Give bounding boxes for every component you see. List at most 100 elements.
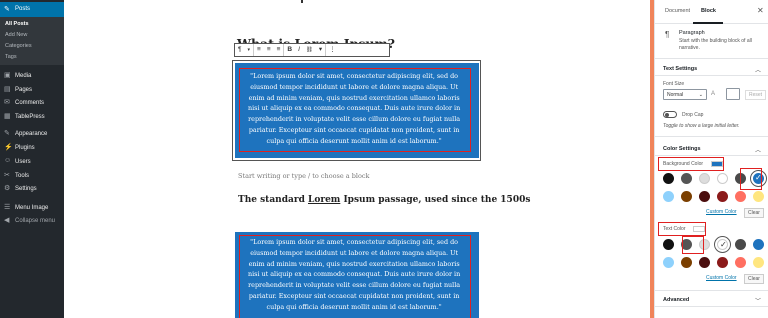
- menu-item-settings[interactable]: ⚙ Settings: [0, 183, 64, 195]
- text-custom-color-link[interactable]: Custom Color: [706, 275, 737, 281]
- align-right-icon[interactable]: ≡: [274, 44, 284, 56]
- submenu-categories[interactable]: Categories: [5, 43, 32, 49]
- cursor-mark: [301, 0, 303, 3]
- color-settings-header[interactable]: Color Settings ︿: [655, 142, 768, 156]
- heading2-text: The standard: [238, 195, 308, 205]
- more-formats-icon[interactable]: ▾: [316, 44, 325, 56]
- menu-item-label: Plugins: [15, 145, 35, 151]
- color-settings-title: Color Settings: [663, 146, 701, 152]
- paragraph-text-1[interactable]: "Lorem ipsum dolor sit amet, consectetur…: [248, 71, 460, 147]
- menu-item-appearance[interactable]: ✎ Appearance: [0, 128, 64, 140]
- appearance-icon: ✎: [4, 130, 10, 137]
- paragraph-icon[interactable]: ¶: [235, 44, 245, 56]
- bold-button[interactable]: B: [284, 44, 295, 56]
- menu-item-comments[interactable]: ✉ Comments: [0, 97, 64, 109]
- menu-item-label: Pages: [15, 87, 33, 93]
- bg-clear-button[interactable]: Clear: [744, 208, 764, 218]
- text-clear-button[interactable]: Clear: [744, 274, 764, 284]
- font-size-label: Font Size: [663, 81, 685, 87]
- paragraph-line: enim ad minim veniam, quis nostrud exerc…: [248, 259, 460, 268]
- custom-font-size-input[interactable]: [726, 88, 740, 100]
- paragraph-line: "Lorem ipsum dolor sit amet, consectetur…: [250, 238, 459, 246]
- menu-item-label: Media: [15, 73, 32, 79]
- paragraph-text-2[interactable]: "Lorem ipsum dolor sit amet, consectetur…: [248, 237, 460, 313]
- menu-item-collapse-menu[interactable]: ◀ Collapse menu: [0, 215, 64, 227]
- color-swatch[interactable]: [699, 173, 710, 184]
- paragraph-line: enim ad minim veniam, quis nostrud exerc…: [248, 93, 460, 102]
- paragraph-line: reprehenderit in voluptate velit esse ci…: [248, 281, 461, 290]
- color-swatch[interactable]: [663, 257, 674, 268]
- collapse-icon: ◀: [4, 217, 10, 224]
- chevron-down-icon[interactable]: ▾: [245, 44, 254, 56]
- menu-item-posts-label: Posts: [15, 6, 31, 12]
- menu-item-posts[interactable]: ✎ Posts: [0, 2, 64, 17]
- color-swatch[interactable]: [681, 257, 692, 268]
- chevron-down-icon: ⌄: [698, 92, 703, 98]
- color-swatch[interactable]: [681, 173, 692, 184]
- color-swatch[interactable]: [717, 257, 728, 268]
- font-size-value: Normal: [667, 92, 684, 98]
- font-size-select[interactable]: Normal ⌄: [663, 89, 707, 100]
- menu-item-users[interactable]: ☺ Users: [0, 156, 64, 168]
- paragraph-block-1[interactable]: "Lorem ipsum dolor sit amet, consectetur…: [235, 63, 479, 158]
- more-options-icon[interactable]: ⋮: [326, 44, 339, 56]
- tab-document[interactable]: Document: [665, 8, 690, 14]
- submenu-tags[interactable]: Tags: [5, 54, 17, 60]
- color-swatch[interactable]: [663, 239, 674, 250]
- menu-item-plugins[interactable]: ⚡ Plugins: [0, 142, 64, 154]
- submenu-add-new[interactable]: Add New: [5, 32, 27, 38]
- block-toolbar: ¶ ▾ ≡ ≡ ≡ B I ⛓ ▾ ⋮: [234, 43, 390, 57]
- color-swatch[interactable]: [735, 239, 746, 250]
- color-swatch[interactable]: ✓: [717, 239, 728, 250]
- chevron-up-icon: ︿: [754, 148, 761, 154]
- color-swatch[interactable]: [753, 257, 764, 268]
- color-swatch[interactable]: [681, 191, 692, 202]
- color-swatch[interactable]: [753, 239, 764, 250]
- sidebar-tabs: Document Block ✕: [655, 0, 768, 24]
- heading2-underlined-word: Lorem: [308, 195, 341, 205]
- align-left-icon[interactable]: ≡: [254, 44, 264, 56]
- submenu-all-posts[interactable]: All Posts: [5, 21, 29, 27]
- block-placeholder[interactable]: Start writing or type / to choose a bloc…: [238, 172, 369, 180]
- color-swatch[interactable]: [753, 191, 764, 202]
- paragraph-line: eiusmod tempor incididunt ut labore et d…: [250, 82, 459, 91]
- drop-cap-toggle[interactable]: [663, 111, 677, 118]
- menu-item-menu-image[interactable]: ☰ Menu Image: [0, 202, 64, 214]
- tools-icon: ✂: [4, 172, 10, 179]
- advanced-header[interactable]: Advanced ﹀: [655, 293, 768, 307]
- color-swatch[interactable]: [717, 191, 728, 202]
- color-swatch[interactable]: [699, 191, 710, 202]
- color-swatch[interactable]: [717, 173, 728, 184]
- menu-item-pages[interactable]: ▤ Pages: [0, 84, 64, 96]
- menu-item-label: Appearance: [15, 131, 48, 137]
- text-settings-header[interactable]: Text Settings ︿: [655, 62, 768, 76]
- color-swatch[interactable]: [663, 173, 674, 184]
- advanced-title: Advanced: [663, 297, 690, 303]
- color-swatch[interactable]: [735, 257, 746, 268]
- menu-item-label: Menu Image: [15, 205, 49, 211]
- users-icon: ☺: [4, 157, 12, 164]
- menu-item-tools[interactable]: ✂ Tools: [0, 170, 64, 182]
- color-swatch[interactable]: [735, 191, 746, 202]
- menu-item-media[interactable]: ▣ Media: [0, 70, 64, 82]
- text-settings-title: Text Settings: [663, 66, 698, 72]
- bg-custom-color-link[interactable]: Custom Color: [706, 209, 737, 215]
- close-icon[interactable]: ✕: [757, 6, 764, 15]
- italic-button[interactable]: I: [295, 44, 303, 56]
- paragraph-block-2[interactable]: "Lorem ipsum dolor sit amet, consectetur…: [235, 232, 479, 318]
- menu-item-label: Collapse menu: [15, 218, 56, 224]
- check-icon: ✓: [720, 240, 727, 249]
- menu-image-icon: ☰: [4, 204, 11, 211]
- color-swatch[interactable]: [663, 191, 674, 202]
- background-color-label: Background Color: [663, 161, 704, 167]
- tablepress-icon: ▦: [4, 113, 11, 120]
- heading-standard-passage[interactable]: The standard Lorem Ipsum passage, used s…: [238, 195, 538, 206]
- menu-item-tablepress[interactable]: ▦ TablePress: [0, 111, 64, 123]
- tab-block[interactable]: Block: [701, 8, 716, 14]
- menu-item-label: Users: [15, 159, 31, 165]
- paragraph-line: pariatur. Excepteur sint occaecat cupida…: [248, 125, 460, 134]
- color-swatch[interactable]: [699, 257, 710, 268]
- align-center-icon[interactable]: ≡: [264, 44, 274, 56]
- font-size-reset-button[interactable]: Reset: [745, 90, 767, 100]
- link-icon[interactable]: ⛓: [303, 44, 316, 56]
